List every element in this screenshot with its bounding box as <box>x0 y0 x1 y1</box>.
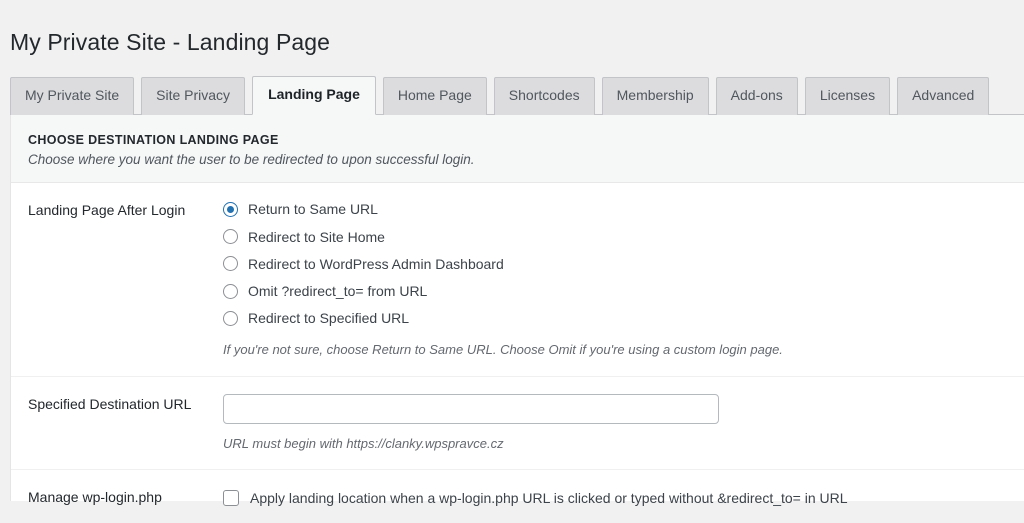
manage-wp-login-label: Manage wp-login.php <box>28 488 162 505</box>
tab-my-private-site[interactable]: My Private Site <box>10 77 135 115</box>
radio-label: Redirect to Specified URL <box>248 310 410 327</box>
settings-tab-bar: My Private Site Site Privacy Landing Pag… <box>10 76 1024 115</box>
section-header: CHOOSE DESTINATION LANDING PAGE Choose w… <box>11 115 1024 184</box>
radio-redirect-to-specified-url[interactable]: Redirect to Specified URL <box>223 309 1024 327</box>
manage-wp-login-field: Apply landing location when a wp-login.p… <box>223 487 1024 507</box>
radio-label: Redirect to WordPress Admin Dashboard <box>248 255 504 272</box>
radio-redirect-to-site-home[interactable]: Redirect to Site Home <box>223 228 1024 246</box>
radio-unselected-icon <box>223 256 238 272</box>
section-title: CHOOSE DESTINATION LANDING PAGE <box>28 133 279 147</box>
landing-page-after-login-row: Landing Page After Login Return to Same … <box>11 183 1024 377</box>
specified-destination-url-label: Specified Destination URL <box>28 395 192 412</box>
settings-page: My Private Site - Landing Page My Privat… <box>0 0 1024 506</box>
radio-unselected-icon <box>223 229 238 245</box>
radio-unselected-icon <box>223 283 238 299</box>
page-title: My Private Site - Landing Page <box>10 29 331 56</box>
specified-destination-url-row: Specified Destination URL URL must begin… <box>11 377 1024 470</box>
landing-page-after-login-field: Return to Same URL Redirect to Site Home… <box>223 200 1024 359</box>
radio-label: Return to Same URL <box>248 201 378 218</box>
manage-wp-login-row: Manage wp-login.php Apply landing locati… <box>11 470 1024 523</box>
radio-selected-icon <box>223 202 238 218</box>
radio-omit-redirect-to-from-url[interactable]: Omit ?redirect_to= from URL <box>223 282 1024 300</box>
tab-membership[interactable]: Membership <box>601 77 709 115</box>
landing-page-radio-group: Return to Same URL Redirect to Site Home… <box>223 200 1024 327</box>
specified-destination-url-input[interactable] <box>223 393 719 424</box>
tab-shortcodes[interactable]: Shortcodes <box>493 77 595 115</box>
landing-page-after-login-label: Landing Page After Login <box>28 202 186 219</box>
tab-home-page[interactable]: Home Page <box>382 77 487 115</box>
tab-advanced[interactable]: Advanced <box>897 77 990 115</box>
specified-destination-url-field: URL must begin with https://clanky.wpspr… <box>223 393 1024 453</box>
apply-landing-location-checkbox[interactable]: Apply landing location when a wp-login.p… <box>223 487 1024 507</box>
tab-site-privacy[interactable]: Site Privacy <box>141 77 246 115</box>
tab-add-ons[interactable]: Add-ons <box>715 77 798 115</box>
tab-landing-page[interactable]: Landing Page <box>252 76 376 115</box>
checkbox-unchecked-icon <box>223 489 239 506</box>
landing-page-hint: If you're not sure, choose Return to Sam… <box>223 342 783 358</box>
tab-licenses[interactable]: Licenses <box>804 77 891 115</box>
checkbox-label: Apply landing location when a wp-login.p… <box>250 489 848 506</box>
radio-return-to-same-url[interactable]: Return to Same URL <box>223 200 1024 218</box>
radio-label: Omit ?redirect_to= from URL <box>248 283 428 300</box>
radio-unselected-icon <box>223 310 238 326</box>
settings-panel: CHOOSE DESTINATION LANDING PAGE Choose w… <box>10 115 1024 506</box>
radio-redirect-to-wordpress-admin-dashboard[interactable]: Redirect to WordPress Admin Dashboard <box>223 255 1024 273</box>
radio-label: Redirect to Site Home <box>248 228 385 245</box>
section-description: Choose where you want the user to be red… <box>28 152 475 168</box>
specified-destination-url-hint: URL must begin with https://clanky.wpspr… <box>223 435 504 451</box>
